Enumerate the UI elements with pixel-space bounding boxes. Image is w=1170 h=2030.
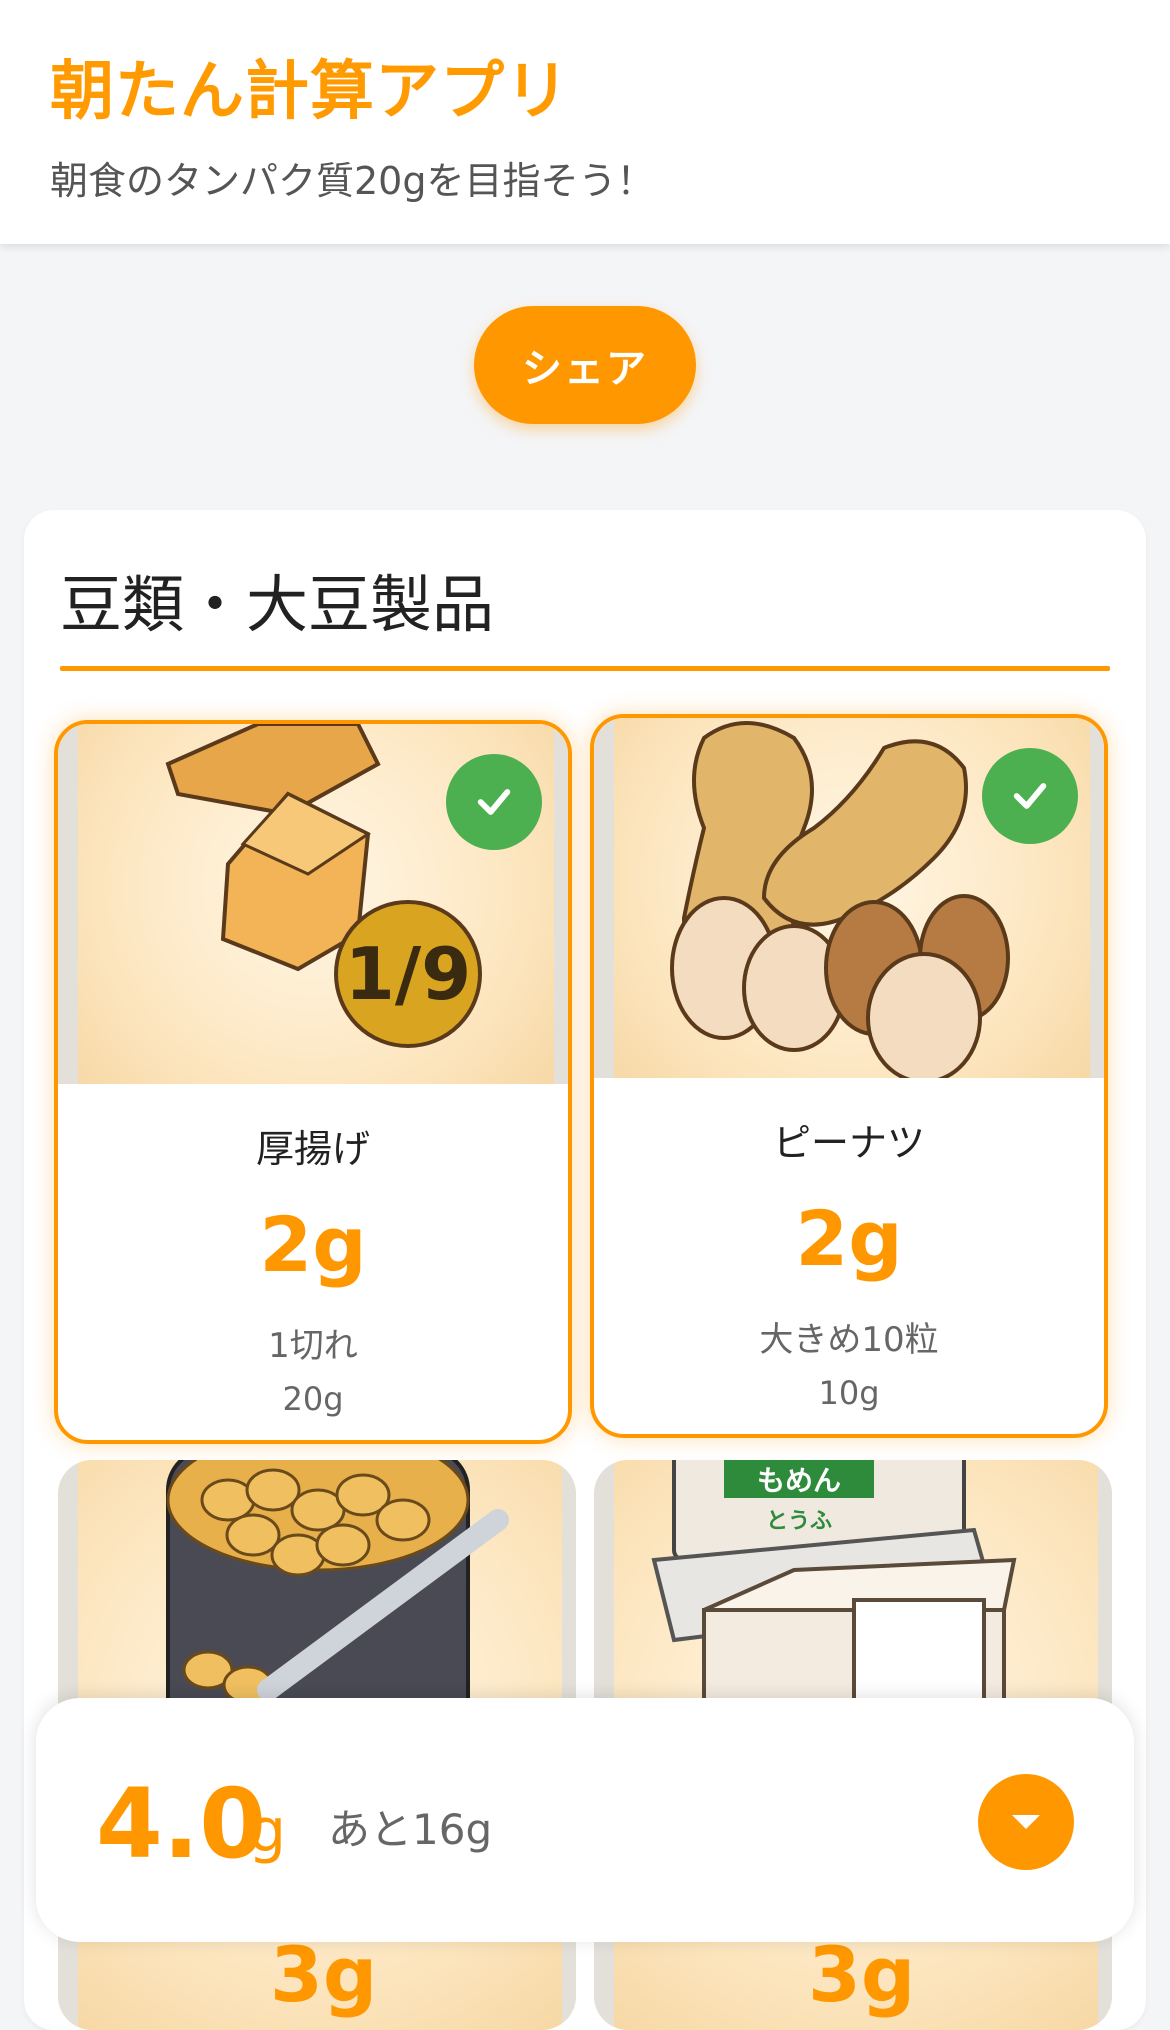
food-portion: 大きめ10粒: [759, 1320, 939, 1360]
caret-down-icon: [1012, 1815, 1040, 1829]
expand-summary-button[interactable]: [978, 1774, 1074, 1870]
food-card-peanuts[interactable]: ピーナツ 2g 大きめ10粒 10g: [590, 714, 1108, 1438]
food-name: ピーナツ: [772, 1121, 925, 1165]
food-protein-natto: 3g: [270, 1930, 378, 2019]
share-button[interactable]: シェア: [474, 306, 696, 424]
selected-check-icon: [446, 754, 542, 850]
protein-unit: g: [248, 1796, 287, 1866]
tofu-logo-bottom: とうふ: [766, 1509, 832, 1534]
fraction-badge: 1/9: [345, 932, 472, 1016]
food-image-peanuts: [594, 718, 1104, 1078]
food-image-atsuage: 1/9: [58, 724, 568, 1084]
app-header: 朝たん計算アプリ 朝食のタンパク質20gを目指そう！: [0, 0, 1170, 244]
food-weight: 20g: [282, 1380, 344, 1418]
food-protein: 2g: [795, 1194, 903, 1283]
protein-total: 4.0: [96, 1768, 267, 1880]
protein-remaining: あと16g: [328, 1805, 493, 1854]
section-title: 豆類・大豆製品: [60, 568, 495, 641]
section-divider: [60, 666, 1110, 671]
food-portion: 1切れ: [268, 1326, 358, 1366]
food-weight: 10g: [818, 1374, 880, 1412]
food-card-atsuage[interactable]: 1/9 厚揚げ 2g 1切れ 20g: [54, 720, 572, 1444]
selected-check-icon: [982, 748, 1078, 844]
food-protein: 2g: [259, 1200, 367, 1289]
tofu-logo-top: もめん: [757, 1464, 841, 1497]
app-title: 朝たん計算アプリ: [50, 55, 570, 129]
protein-summary-bar: 4.0 g あと16g: [36, 1698, 1134, 1942]
app-subtitle: 朝食のタンパク質20gを目指そう！: [50, 159, 655, 203]
food-protein-tofu: 3g: [808, 1930, 916, 2019]
food-name: 厚揚げ: [255, 1127, 370, 1171]
